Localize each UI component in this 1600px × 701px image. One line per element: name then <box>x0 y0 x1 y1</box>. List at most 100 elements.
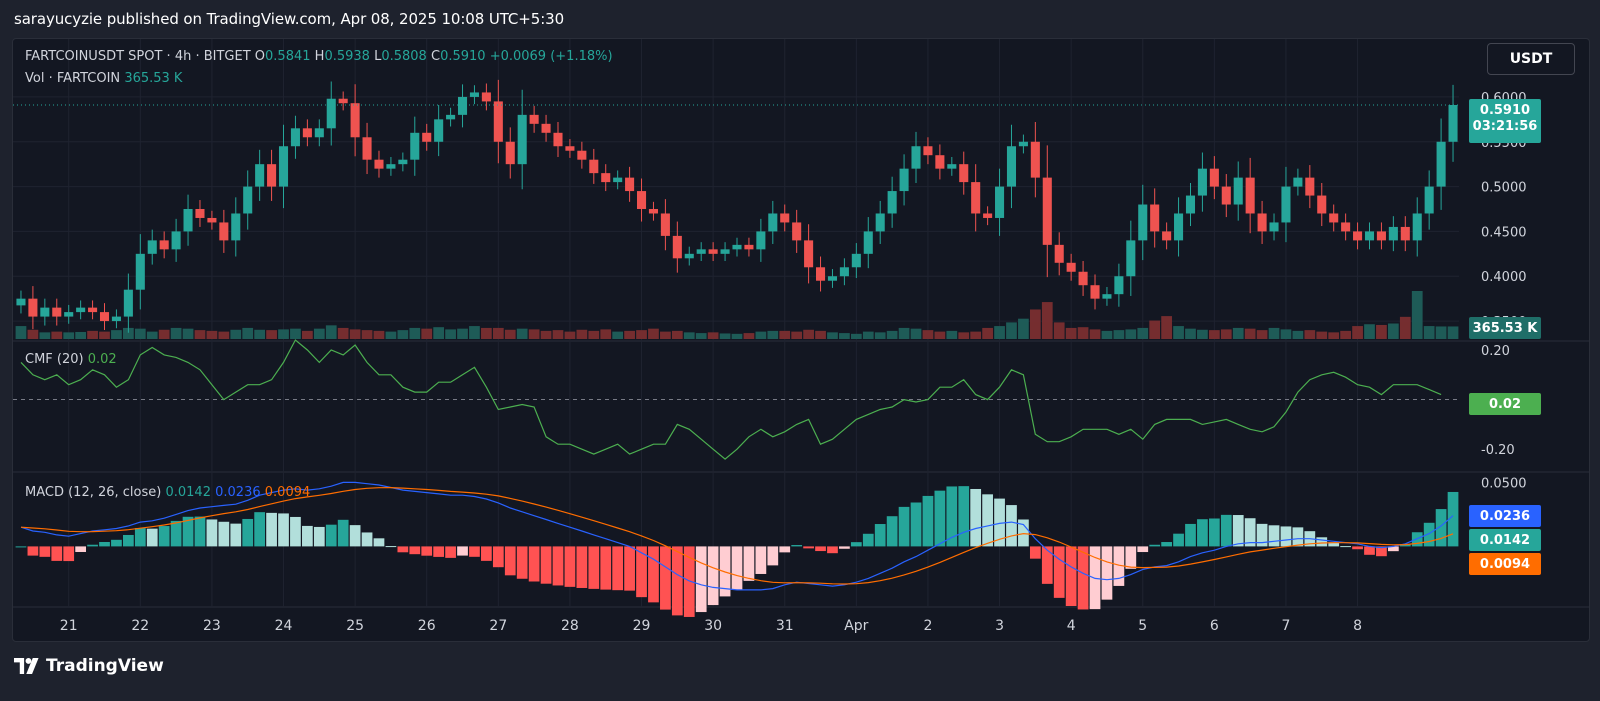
macd-histogram-bar <box>743 546 755 581</box>
macd-histogram-bar <box>1280 526 1292 547</box>
candle-body <box>780 213 790 223</box>
volume-bar <box>1292 330 1304 339</box>
volume-bar <box>1041 302 1053 339</box>
candle-body <box>362 137 372 160</box>
volume-label[interactable]: Vol · FARTCOIN <box>25 71 120 86</box>
candle-body <box>851 253 861 268</box>
time-tick-label: 8 <box>1353 618 1362 634</box>
volume-bar <box>1423 326 1435 339</box>
macd-histogram-bar <box>1268 525 1280 547</box>
volume-bar <box>1185 328 1196 339</box>
candle-body <box>1329 213 1339 223</box>
volume-bar <box>1125 329 1137 339</box>
candle-body <box>708 249 718 254</box>
macd-histogram-bar <box>75 546 87 552</box>
volume-bar <box>1376 324 1387 339</box>
macd-histogram-bar <box>862 533 874 547</box>
candle-body <box>648 209 658 214</box>
close-value: 0.5910 <box>440 49 486 64</box>
volume-bar <box>1161 316 1172 339</box>
macd-histogram-bar <box>1232 515 1244 547</box>
price-tick-label: 0.4500 <box>1481 225 1527 240</box>
high-value: 0.5938 <box>324 49 370 64</box>
candle-body <box>983 213 993 218</box>
macd-histogram-bar <box>982 494 993 547</box>
candle-body <box>1436 141 1446 187</box>
currency-button[interactable]: USDT <box>1487 43 1575 75</box>
macd-histogram-bar <box>325 524 337 547</box>
macd-label[interactable]: MACD (12, 26, close) <box>25 485 161 500</box>
macd-histogram-bar <box>254 512 266 547</box>
macd-histogram-bar <box>827 546 838 554</box>
cmf-label[interactable]: CMF (20) <box>25 352 84 367</box>
macd-histogram-bar <box>648 546 659 603</box>
candle-body <box>887 191 897 214</box>
volume-bar <box>994 326 1005 339</box>
last-price-tag: 0.591003:21:56 <box>1469 99 1541 143</box>
macd-histogram-bar <box>63 546 75 562</box>
candle-body <box>899 168 909 192</box>
macd-histogram-bar <box>266 512 277 547</box>
chart-frame[interactable]: 0.60000.55000.50000.45000.40000.35002122… <box>12 38 1590 642</box>
candle-body <box>553 132 563 147</box>
candle-body <box>684 253 694 259</box>
price-tags: 0.591003:21:56 365.53 K 0.02 0.0236 0.0142 0.… <box>1469 99 1541 575</box>
time-tick-label: 26 <box>418 618 436 634</box>
time-tick-label: 21 <box>60 618 78 634</box>
volume-bar <box>290 328 301 339</box>
macd-histogram-bar <box>230 523 242 547</box>
macd-tick-label: 0.0500 <box>1481 476 1527 491</box>
candle-body <box>672 235 682 259</box>
macd-histogram-bar <box>767 546 779 566</box>
volume-bar <box>886 330 898 339</box>
macd-histogram-bar <box>779 546 791 553</box>
chart-canvas[interactable]: 0.60000.55000.50000.45000.40000.35002122… <box>13 39 1590 642</box>
time-tick-label: Apr <box>844 618 868 634</box>
candle-body <box>959 164 969 183</box>
macd-histogram-bar <box>87 544 98 547</box>
open-value: 0.5841 <box>265 49 311 64</box>
volume-bar <box>1280 329 1292 339</box>
volume-tag: 365.53 K <box>1469 317 1541 339</box>
candle-body <box>1388 226 1398 241</box>
volume-bar <box>683 332 695 339</box>
volume-bar <box>576 329 588 339</box>
volume-bar <box>481 327 492 339</box>
volume-bar <box>934 331 946 339</box>
macd-histogram-bar <box>934 490 946 547</box>
macd-histogram-bar <box>850 542 862 547</box>
candle-body <box>1162 231 1172 241</box>
macd-histogram-bar <box>660 546 671 610</box>
candle-body <box>601 173 611 183</box>
symbol-legend: FARTCOINUSDT SPOT · 4h · BITGET O0.5841 … <box>25 49 613 64</box>
symbol-name[interactable]: FARTCOINUSDT SPOT · 4h · BITGET <box>25 49 251 64</box>
macd-histogram-bar <box>839 546 850 549</box>
volume-bar <box>1149 320 1161 339</box>
macd-histogram-bar <box>39 546 51 557</box>
macd-tag: 0.0142 <box>1469 529 1541 551</box>
volume-bar <box>194 330 206 339</box>
price-tick-label: 0.4000 <box>1481 270 1527 285</box>
candle-body <box>923 146 933 156</box>
cmf-tick-label: -0.20 <box>1481 443 1515 458</box>
candle-body <box>804 240 814 268</box>
volume-bar <box>1256 330 1268 339</box>
volume-bar <box>946 330 958 339</box>
macd-histogram-bar <box>170 520 182 547</box>
time-tick-label: 4 <box>1067 618 1076 634</box>
macd-histogram-bar <box>469 546 480 557</box>
volume-bar <box>504 329 516 339</box>
tradingview-logo-icon <box>14 658 39 674</box>
macd-histogram-bar <box>146 528 158 547</box>
volume-bar <box>516 328 528 339</box>
candle-body <box>1054 244 1064 263</box>
tradingview-brand[interactable]: TradingView <box>14 656 164 676</box>
histogram-tag: 0.0094 <box>1469 553 1541 575</box>
macd-histogram-bar <box>134 528 146 547</box>
time-tick-label: 27 <box>489 618 507 634</box>
volume-bar <box>1113 330 1125 339</box>
candle-body <box>577 150 587 160</box>
candle-body <box>1269 222 1279 232</box>
cmf-tick-label: 0.20 <box>1481 344 1510 359</box>
macd-histogram-bar <box>218 521 230 547</box>
